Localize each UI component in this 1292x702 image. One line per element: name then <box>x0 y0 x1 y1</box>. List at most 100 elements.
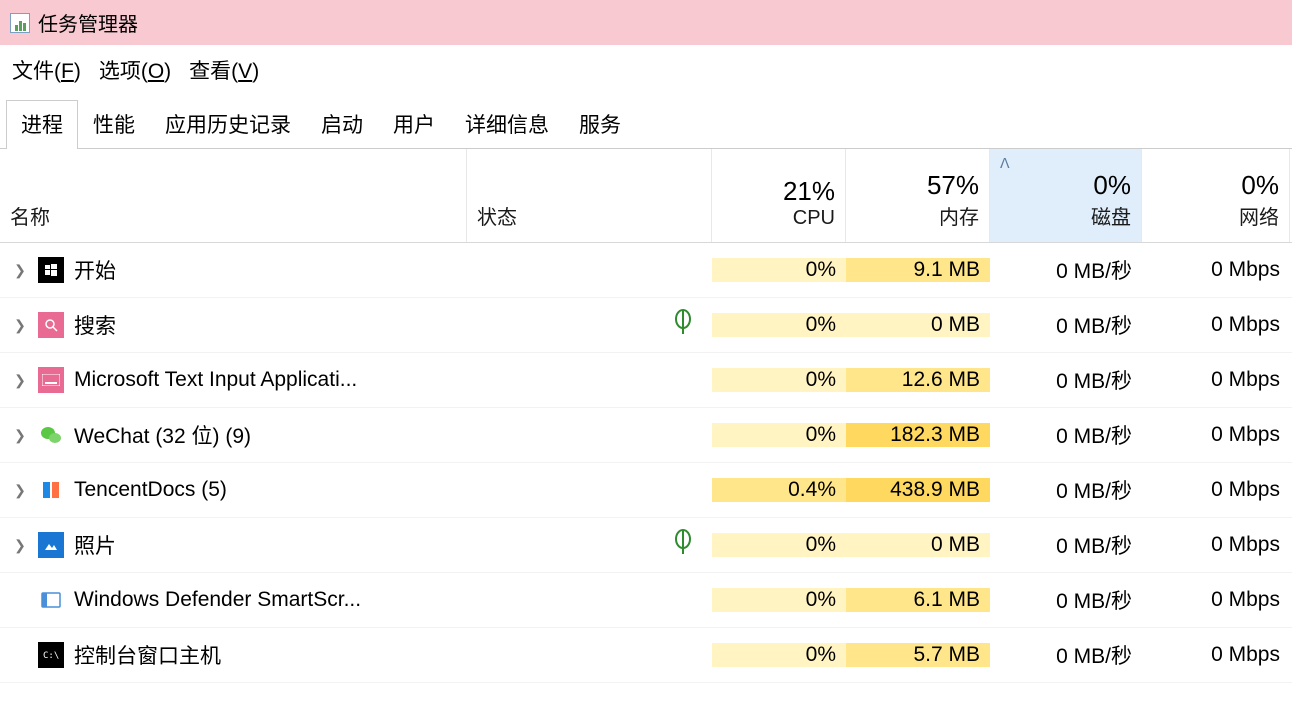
tab-5[interactable]: 详细信息 <box>450 100 564 149</box>
process-disk-cell: 0 MB/秒 <box>990 310 1142 340</box>
start-icon <box>38 257 64 283</box>
header-network[interactable]: 0% 网络 <box>1142 149 1290 242</box>
menu-options[interactable]: 选项(O) <box>95 51 175 89</box>
tab-2[interactable]: 应用历史记录 <box>150 100 306 149</box>
process-network-cell: 0 Mbps <box>1142 533 1290 557</box>
expand-chevron-icon[interactable]: ❯ <box>12 537 28 554</box>
process-memory-cell: 9.1 MB <box>846 258 990 282</box>
process-cpu-cell: 0% <box>712 643 846 667</box>
leaf-suspended-icon <box>672 309 694 341</box>
process-name: WeChat (32 位) (9) <box>74 420 251 450</box>
header-cpu-percent: 21% <box>722 176 835 207</box>
process-row[interactable]: ❯WeChat (32 位) (9)0%182.3 MB0 MB/秒0 Mbps <box>0 408 1292 463</box>
process-name: 照片 <box>74 530 116 560</box>
header-memory-percent: 57% <box>856 170 979 201</box>
process-disk-cell: 0 MB/秒 <box>990 475 1142 505</box>
process-name-cell[interactable]: Windows Defender SmartScr... <box>0 587 467 613</box>
photos-icon <box>38 532 64 558</box>
titlebar[interactable]: 任务管理器 <box>0 0 1292 45</box>
process-row[interactable]: ❯TencentDocs (5)0.4%438.9 MB0 MB/秒0 Mbps <box>0 463 1292 518</box>
process-network-cell: 0 Mbps <box>1142 258 1290 282</box>
menu-file[interactable]: 文件(F) <box>8 51 85 89</box>
process-disk-cell: 0 MB/秒 <box>990 255 1142 285</box>
app-icon <box>10 13 30 33</box>
keyboard-icon <box>38 367 64 393</box>
process-disk-cell: 0 MB/秒 <box>990 420 1142 450</box>
tencentdocs-icon <box>38 477 64 503</box>
process-name-cell[interactable]: ❯ WeChat (32 位) (9) <box>0 420 467 450</box>
process-network-cell: 0 Mbps <box>1142 368 1290 392</box>
process-network-cell: 0 Mbps <box>1142 423 1290 447</box>
expand-chevron-icon[interactable]: ❯ <box>12 317 28 334</box>
expand-chevron-icon[interactable]: ❯ <box>12 427 28 444</box>
process-name-cell[interactable]: C:\ 控制台窗口主机 <box>0 640 467 670</box>
header-disk-label: 磁盘 <box>1000 201 1131 230</box>
sort-arrow-icon: ᐱ <box>1000 155 1010 172</box>
process-row[interactable]: Windows Defender SmartScr...0%6.1 MB0 MB… <box>0 573 1292 628</box>
header-memory-label: 内存 <box>856 201 979 230</box>
header-disk-percent: 0% <box>1000 170 1131 201</box>
tab-1[interactable]: 性能 <box>78 100 150 149</box>
process-memory-cell: 12.6 MB <box>846 368 990 392</box>
column-headers: 名称 状态 21% CPU 57% 内存 ᐱ 0% 磁盘 0% 网络 <box>0 149 1292 243</box>
process-name-cell[interactable]: ❯ Microsoft Text Input Applicati... <box>0 367 467 393</box>
process-disk-cell: 0 MB/秒 <box>990 365 1142 395</box>
process-memory-cell: 6.1 MB <box>846 588 990 612</box>
header-disk[interactable]: ᐱ 0% 磁盘 <box>990 149 1142 242</box>
tabstrip: 进程性能应用历史记录启动用户详细信息服务 <box>0 99 1292 149</box>
header-status[interactable]: 状态 <box>467 149 712 242</box>
process-memory-cell: 182.3 MB <box>846 423 990 447</box>
process-disk-cell: 0 MB/秒 <box>990 640 1142 670</box>
process-name: 开始 <box>74 255 116 285</box>
expand-chevron-icon[interactable]: ❯ <box>12 372 28 389</box>
process-cpu-cell: 0% <box>712 533 846 557</box>
process-status-cell <box>467 529 712 561</box>
process-row[interactable]: ❯ Microsoft Text Input Applicati... 0%12.6… <box>0 353 1292 408</box>
menubar: 文件(F) 选项(O) 查看(V) <box>0 45 1292 99</box>
expand-chevron-icon[interactable]: ❯ <box>12 262 28 279</box>
process-memory-cell: 438.9 MB <box>846 478 990 502</box>
tab-4[interactable]: 用户 <box>378 100 450 149</box>
process-name-cell[interactable]: ❯ 照片 <box>0 530 467 560</box>
header-name[interactable]: 名称 <box>0 149 467 242</box>
process-disk-cell: 0 MB/秒 <box>990 530 1142 560</box>
process-cpu-cell: 0% <box>712 313 846 337</box>
header-name-label: 名称 <box>10 201 456 230</box>
expand-chevron-icon[interactable]: ❯ <box>12 482 28 499</box>
process-name: Microsoft Text Input Applicati... <box>74 368 357 392</box>
process-cpu-cell: 0% <box>712 368 846 392</box>
process-name: 控制台窗口主机 <box>74 640 221 670</box>
process-name: Windows Defender SmartScr... <box>74 588 361 612</box>
process-network-cell: 0 Mbps <box>1142 588 1290 612</box>
header-memory[interactable]: 57% 内存 <box>846 149 990 242</box>
header-cpu-label: CPU <box>722 207 835 230</box>
process-row[interactable]: C:\ 控制台窗口主机 0%5.7 MB0 MB/秒0 Mbps <box>0 628 1292 683</box>
menu-view[interactable]: 查看(V) <box>185 51 263 89</box>
header-network-label: 网络 <box>1152 201 1279 230</box>
process-cpu-cell: 0.4% <box>712 478 846 502</box>
process-name-cell[interactable]: ❯ 开始 <box>0 255 467 285</box>
tab-0[interactable]: 进程 <box>6 100 78 149</box>
console-icon: C:\ <box>38 642 64 668</box>
process-network-cell: 0 Mbps <box>1142 313 1290 337</box>
defender-icon <box>38 587 64 613</box>
header-status-label: 状态 <box>477 201 701 230</box>
process-name: TencentDocs (5) <box>74 478 227 502</box>
process-memory-cell: 5.7 MB <box>846 643 990 667</box>
process-row[interactable]: ❯开始0%9.1 MB0 MB/秒0 Mbps <box>0 243 1292 298</box>
tab-6[interactable]: 服务 <box>564 100 636 149</box>
process-network-cell: 0 Mbps <box>1142 643 1290 667</box>
svg-text:C:\: C:\ <box>43 651 59 661</box>
process-row[interactable]: ❯ 照片 0%0 MB0 MB/秒0 Mbps <box>0 518 1292 573</box>
tab-3[interactable]: 启动 <box>306 100 378 149</box>
process-memory-cell: 0 MB <box>846 533 990 557</box>
header-cpu[interactable]: 21% CPU <box>712 149 846 242</box>
process-name-cell[interactable]: ❯ TencentDocs (5) <box>0 477 467 503</box>
process-list: ❯开始0%9.1 MB0 MB/秒0 Mbps❯搜索0%0 MB0 MB/秒0 … <box>0 243 1292 683</box>
window-title: 任务管理器 <box>38 8 138 37</box>
leaf-suspended-icon <box>672 529 694 561</box>
process-name-cell[interactable]: ❯ 搜索 <box>0 310 467 340</box>
process-name: 搜索 <box>74 310 116 340</box>
process-row[interactable]: ❯搜索0%0 MB0 MB/秒0 Mbps <box>0 298 1292 353</box>
process-disk-cell: 0 MB/秒 <box>990 585 1142 615</box>
